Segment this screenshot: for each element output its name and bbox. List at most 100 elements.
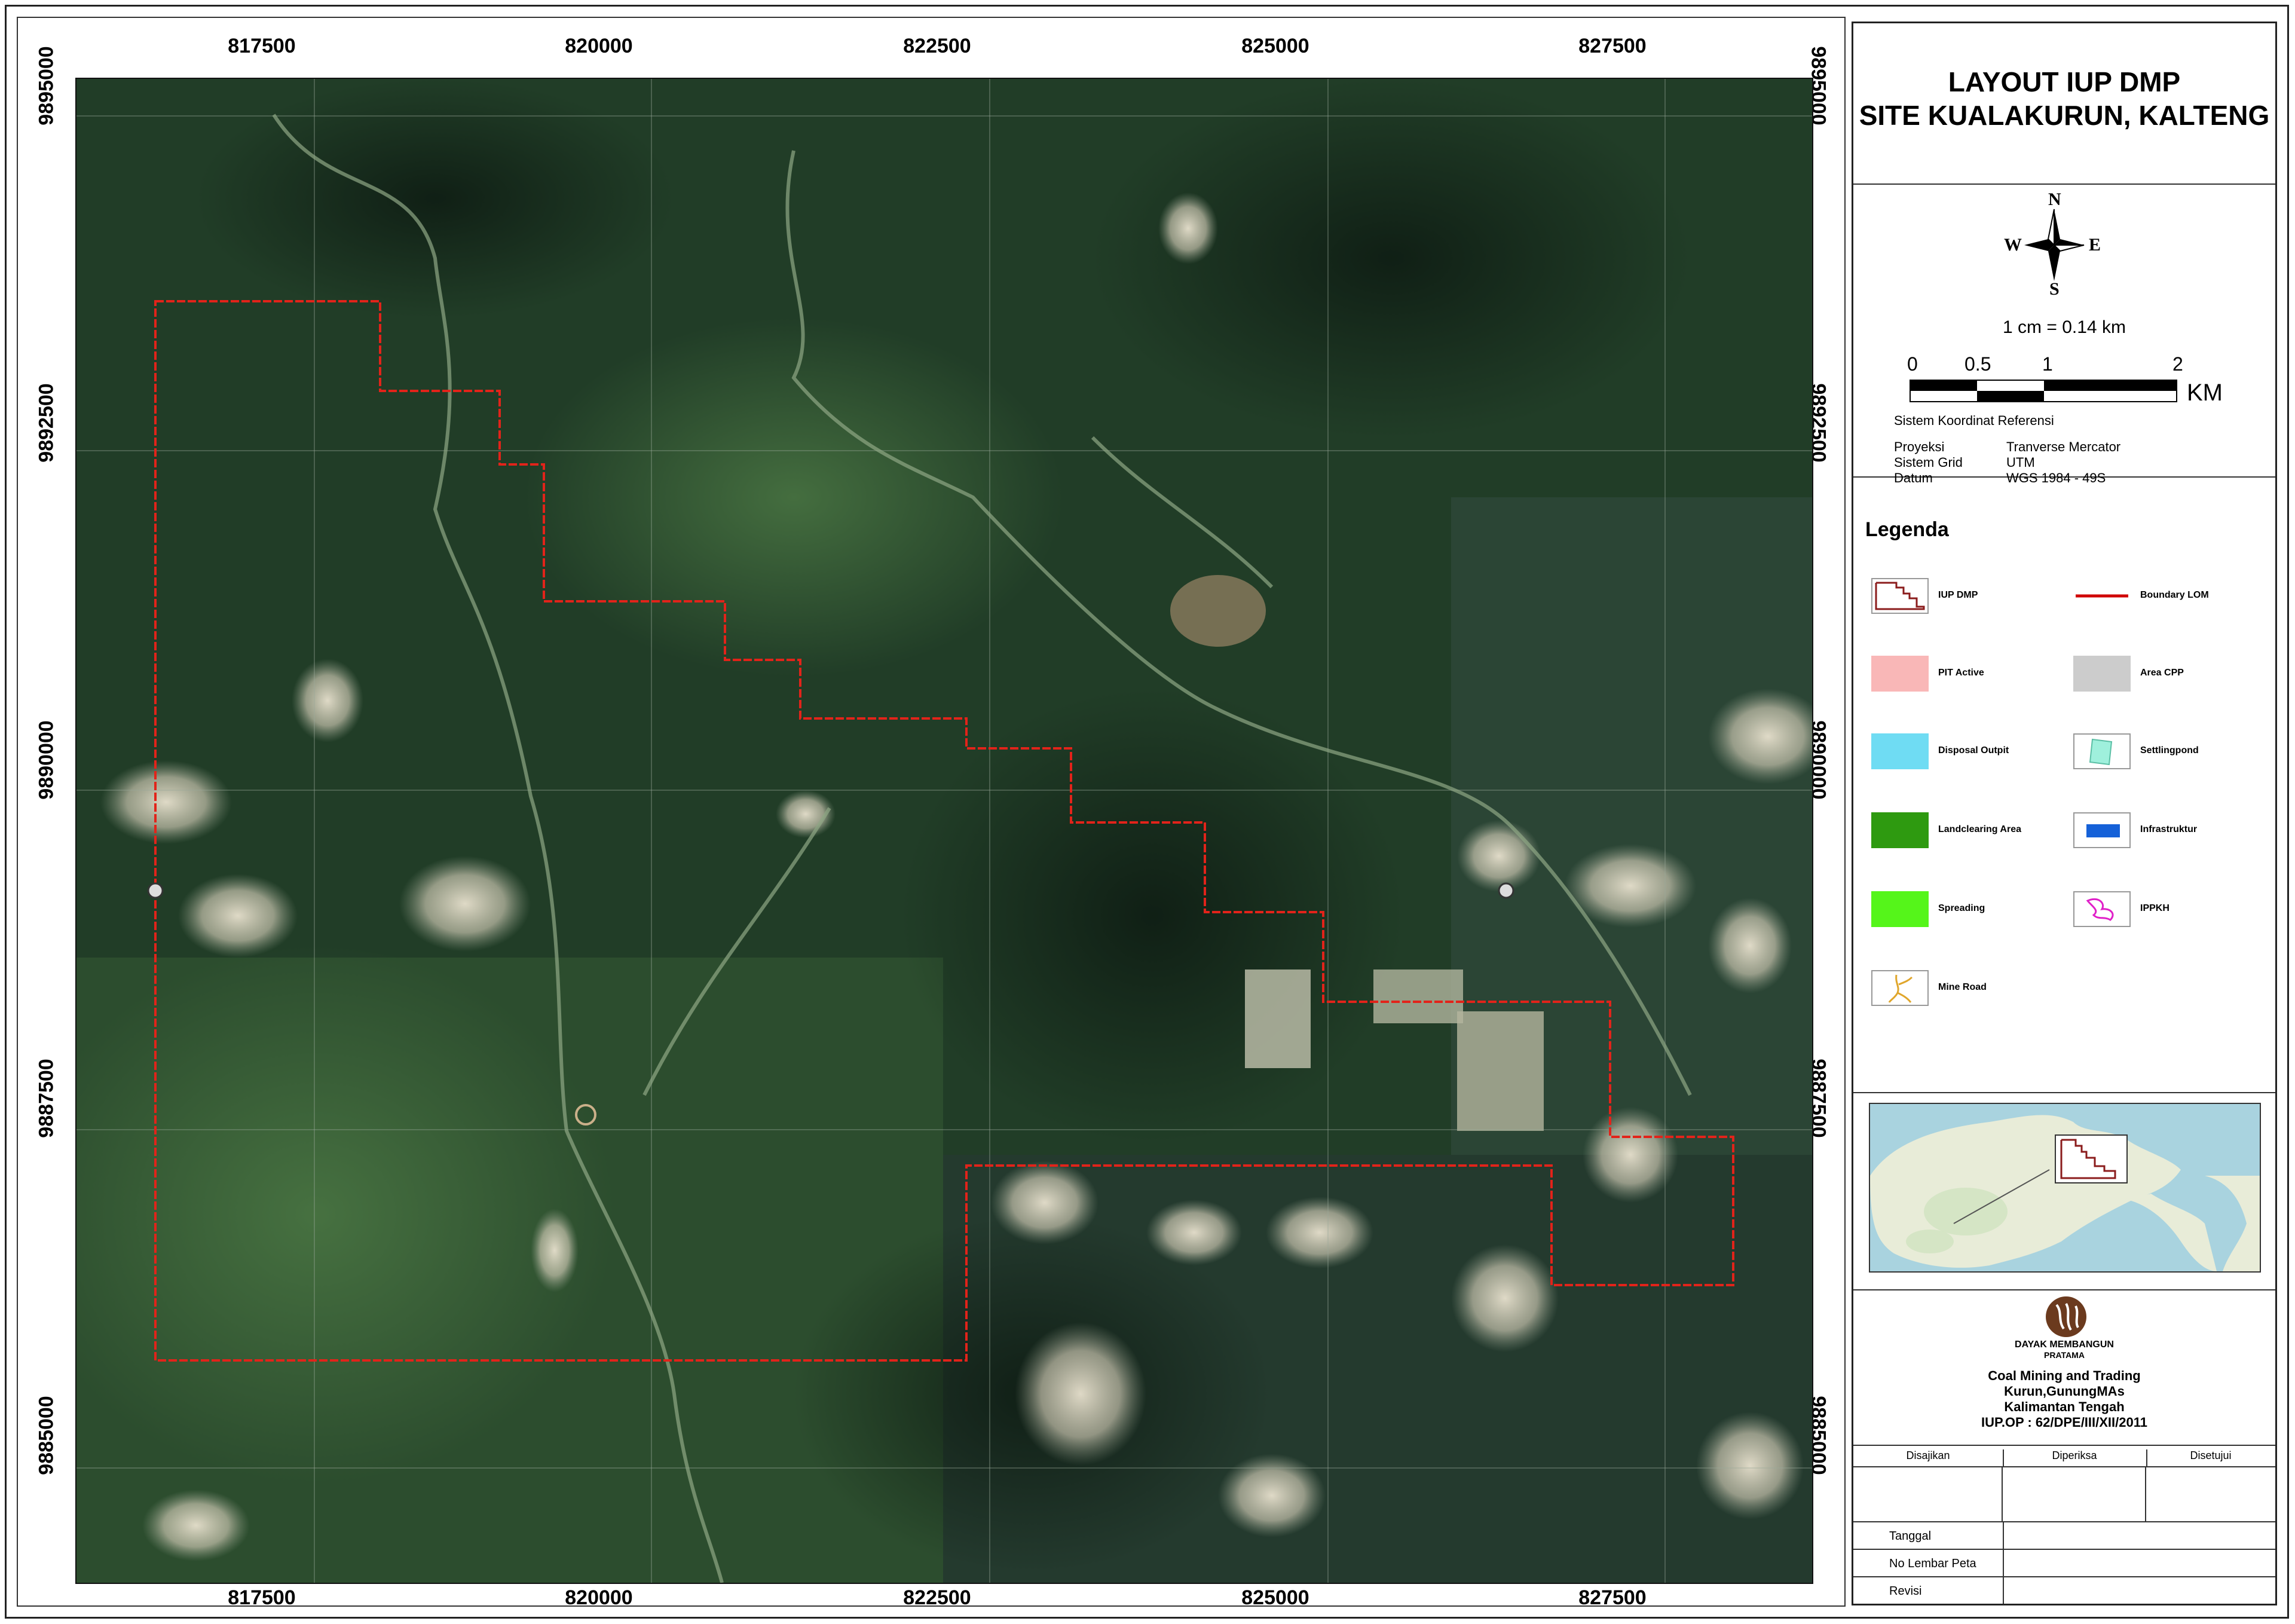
- imagery-patch: [196, 79, 674, 318]
- cloud: [991, 1161, 1098, 1244]
- map-title-line2: SITE KUALAKURUN, KALTENG: [1859, 100, 2270, 131]
- map-title-line1: LAYOUT IUP DMP: [1948, 66, 2181, 97]
- cloud: [1583, 1107, 1678, 1203]
- grid-label-left: 9895000: [35, 46, 58, 126]
- grid-label-top: 817500: [228, 35, 296, 57]
- info-row-label: Tanggal: [1889, 1530, 1932, 1543]
- cloud: [1266, 1197, 1373, 1268]
- signature-col-header: Disetujui: [2190, 1449, 2232, 1461]
- legend-item: IUP DMP: [1871, 578, 2074, 620]
- compass-rose-icon: N S W E: [2004, 189, 2102, 299]
- map-frame: 817500 820000 822500 825000 827500 81750…: [17, 17, 1846, 1609]
- grid-label-top: 822500: [903, 35, 971, 57]
- info-row-value[interactable]: [2003, 1522, 2004, 1549]
- grid-label-bottom: 822500: [903, 1586, 971, 1609]
- crs-value: Tranverse Mercator: [2006, 439, 2121, 454]
- compass-s: S: [2049, 279, 2060, 299]
- cleared-area: [1457, 1011, 1544, 1131]
- settlingpond-icon: [2073, 733, 2131, 769]
- legend-item: PIT Active: [1871, 656, 2074, 698]
- cleared-area: [1245, 969, 1311, 1068]
- scale-tick-label: 2: [2172, 353, 2183, 375]
- grid-label-top: 827500: [1578, 35, 1647, 57]
- signature-table: Disajikan Diperiksa Disetujui Tanggal No…: [1853, 1446, 2275, 1604]
- red-line-icon: [2073, 578, 2131, 614]
- crs-label: Proyeksi: [1894, 439, 1945, 454]
- legend-label: Landclearing Area: [1938, 824, 2022, 834]
- grid-label-left: 9892500: [35, 383, 58, 463]
- company-logo-sub: PRATAMA: [2044, 1350, 2085, 1360]
- legend-label: PIT Active: [1938, 668, 1984, 678]
- imagery-patch: [525, 318, 1063, 677]
- grid-label-left: 9890000: [35, 720, 58, 800]
- scale-ratio: 1 cm = 0.14 km: [2003, 317, 2126, 337]
- crs-value: UTM: [2006, 455, 2035, 470]
- info-row-value[interactable]: [2003, 1550, 2004, 1576]
- info-row-label: No Lembar Peta: [1889, 1557, 1976, 1570]
- legend-label: Mine Road: [1938, 982, 1987, 992]
- pink-fill-icon: [1871, 656, 1929, 692]
- signature-col-header: Diperiksa: [2003, 1449, 2147, 1466]
- signature-box[interactable]: [2146, 1466, 2275, 1522]
- info-row: Tanggal: [1853, 1522, 2275, 1550]
- legend-label: Spreading: [1938, 903, 1985, 913]
- cloud: [1158, 192, 1218, 264]
- title-block: LAYOUT IUP DMP SITE KUALAKURUN, KALTENG: [1853, 23, 2275, 185]
- legend-item: IPPKH: [2073, 891, 2276, 933]
- info-row: Revisi: [1853, 1577, 2275, 1604]
- cyan-fill-icon: [1871, 733, 1929, 769]
- legend-label: IUP DMP: [1938, 590, 1978, 600]
- grid-label-bottom: 827500: [1578, 1586, 1647, 1609]
- info-row-label: Revisi: [1889, 1585, 1922, 1598]
- grid-label-top: 820000: [565, 35, 633, 57]
- scale-unit: KM: [2187, 380, 2223, 406]
- legend-label: Settlingpond: [2140, 745, 2199, 756]
- cloud: [531, 1209, 579, 1292]
- legend-label: IPPKH: [2140, 903, 2169, 913]
- company-logo-icon: [2046, 1296, 2086, 1337]
- survey-marker: [147, 882, 164, 899]
- compass-w: W: [2004, 235, 2022, 255]
- legend-label: Disposal Outpit: [1938, 745, 2009, 756]
- survey-marker: [1498, 882, 1514, 899]
- cloud: [1170, 575, 1266, 647]
- cloud: [292, 659, 363, 742]
- satellite-map[interactable]: [75, 78, 1813, 1584]
- signature-box[interactable]: [1853, 1466, 2003, 1522]
- ippkh-icon: [2073, 891, 2131, 927]
- cloud: [100, 760, 232, 844]
- signature-box[interactable]: [2003, 1466, 2146, 1522]
- mine-road-icon: [1871, 970, 1929, 1006]
- scale-and-reference-block: N S W E 1 cm = 0.14 km 0 0.5 1 2 KM Sist…: [1853, 185, 2275, 485]
- grid-label-bottom: 817500: [228, 1586, 296, 1609]
- grid-label-bottom: 825000: [1241, 1586, 1309, 1609]
- cloud: [1696, 1412, 1804, 1519]
- signature-col-header: Disajikan: [1853, 1449, 2004, 1466]
- company-line: IUP.OP : 62/DPE/III/XII/2011: [1981, 1415, 2147, 1430]
- inset-map[interactable]: [1869, 1103, 2261, 1273]
- scale-tick-label: 1: [2042, 353, 2053, 375]
- crs-label: Sistem Grid: [1894, 455, 1963, 470]
- cloud: [1708, 898, 1792, 993]
- info-row: No Lembar Peta: [1853, 1550, 2275, 1577]
- legend-item: Spreading: [1871, 891, 2074, 933]
- company-block: DAYAK MEMBANGUN PRATAMA Coal Mining and …: [1853, 1290, 2275, 1446]
- info-row-value[interactable]: [2003, 1577, 2004, 1604]
- map-info-panel: LAYOUT IUP DMP SITE KUALAKURUN, KALTENG …: [1852, 22, 2277, 1605]
- compass-e: E: [2089, 235, 2101, 255]
- legend-label: Infrastruktur: [2140, 824, 2198, 834]
- cloud: [1015, 1322, 1146, 1466]
- company-line: Kalimantan Tengah: [2004, 1399, 2125, 1414]
- iup-boundary-icon: [1871, 578, 1929, 614]
- cloud: [1218, 1454, 1326, 1537]
- cloud: [1146, 1200, 1242, 1265]
- grey-fill-icon: [2073, 656, 2131, 692]
- legend-item: Landclearing Area: [1871, 812, 2074, 854]
- grid-label-top: 825000: [1241, 35, 1309, 57]
- cloud: [142, 1490, 250, 1561]
- cleared-area: [1373, 969, 1463, 1023]
- company-logo-text: DAYAK MEMBANGUN: [2015, 1339, 2114, 1350]
- compass-n: N: [2048, 189, 2061, 209]
- legend-label: Area CPP: [2140, 668, 2184, 678]
- scale-tick-label: 0.5: [1964, 353, 1991, 375]
